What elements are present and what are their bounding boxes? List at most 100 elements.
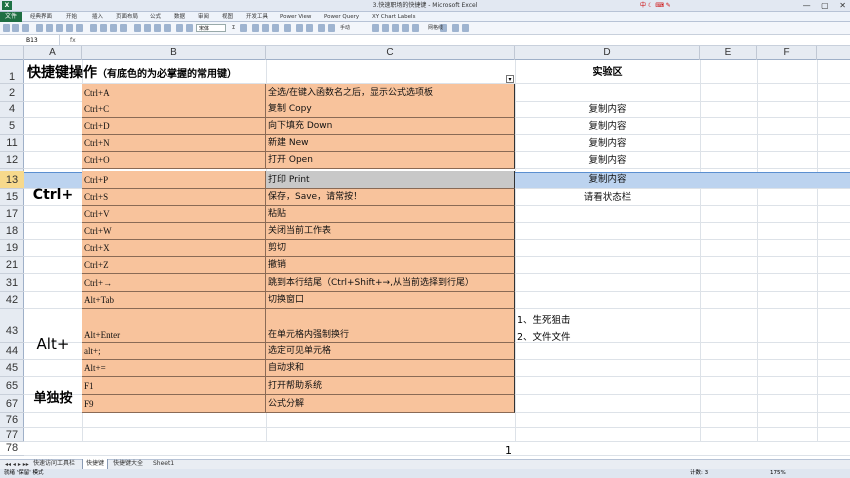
column-header-c[interactable]: C xyxy=(266,46,515,60)
shortcut-key-cell[interactable]: alt+; xyxy=(82,343,266,360)
row-header-31[interactable]: 31 xyxy=(0,274,24,292)
row-header-1[interactable]: 1 xyxy=(0,60,24,84)
shortcut-description-cell[interactable]: 选定可见单元格 xyxy=(266,343,515,360)
shortcut-key-cell[interactable]: Alt+Enter xyxy=(82,309,266,343)
toolbar-icon-10[interactable] xyxy=(110,24,117,32)
ribbon-tab-1[interactable]: 开始 xyxy=(66,12,77,22)
select-all-corner[interactable] xyxy=(0,46,24,60)
lab-cell[interactable]: 复制内容 xyxy=(515,171,700,189)
column-header-a[interactable]: A xyxy=(24,46,82,60)
shortcut-key-cell[interactable]: Ctrl+V xyxy=(82,206,266,223)
formula-bar[interactable] xyxy=(0,35,850,46)
lab-cell[interactable]: 复制内容 xyxy=(515,118,700,135)
shortcut-key-cell[interactable]: Ctrl+P xyxy=(82,171,266,189)
shortcut-key-cell[interactable]: Ctrl+S xyxy=(82,189,266,206)
autosum-button[interactable]: Σ xyxy=(232,22,235,35)
shortcut-key-cell[interactable]: Ctrl+W xyxy=(82,223,266,240)
sheet-tab-0[interactable]: 快速访问工具栏 xyxy=(30,459,78,469)
shortcut-description-cell[interactable]: 关闭当前工作表 xyxy=(266,223,515,240)
toolbar-icon-8[interactable] xyxy=(90,24,97,32)
column-header-d[interactable]: D xyxy=(515,46,700,60)
toolbar-icon-9[interactable] xyxy=(100,24,107,32)
toolbar-icon-31[interactable] xyxy=(412,24,419,32)
shortcut-key-cell[interactable]: Ctrl+X xyxy=(82,240,266,257)
row-header-65[interactable]: 65 xyxy=(0,377,24,395)
name-box[interactable]: B13 xyxy=(0,35,60,46)
shortcut-key-cell[interactable]: F9 xyxy=(82,395,266,413)
ribbon-tab-11[interactable]: XY Chart Labels xyxy=(372,12,415,22)
toolbar-icon-15[interactable] xyxy=(164,24,171,32)
shortcut-description-cell[interactable]: 保存，Save，请常按！ xyxy=(266,189,515,206)
toolbar-icon-16[interactable] xyxy=(176,24,183,32)
lab-cell[interactable]: 复制内容 xyxy=(515,152,700,169)
toolbar-icon-28[interactable] xyxy=(382,24,389,32)
ribbon-tab-5[interactable]: 数据 xyxy=(174,12,185,22)
toolbar-icon-27[interactable] xyxy=(372,24,379,32)
toolbar-icon-5[interactable] xyxy=(56,24,63,32)
row-header-12[interactable]: 12 xyxy=(0,152,24,169)
shortcut-description-cell[interactable]: 撤销 xyxy=(266,257,515,274)
shortcut-description-cell[interactable]: 打开 Open xyxy=(266,152,515,169)
ribbon-tab-9[interactable]: Power View xyxy=(280,12,311,22)
shortcut-description-cell[interactable]: 公式分解 xyxy=(266,395,515,413)
toolbar-icon-12[interactable] xyxy=(134,24,141,32)
lab-list-item-2[interactable]: 2、文件文件 xyxy=(517,329,571,343)
shortcut-description-cell[interactable]: 剪切 xyxy=(266,240,515,257)
row-header-21[interactable]: 21 xyxy=(0,257,24,274)
shortcut-description-cell[interactable]: 向下填充 Down xyxy=(266,118,515,135)
row-header-17[interactable]: 17 xyxy=(0,206,24,223)
row-header-18[interactable]: 18 xyxy=(0,223,24,240)
shortcut-description-cell[interactable]: 在单元格内强制换行 xyxy=(266,309,515,343)
toolbar-icon-24[interactable] xyxy=(306,24,313,32)
shortcut-key-cell[interactable]: Ctrl+Z xyxy=(82,257,266,274)
toolbar-icon-19[interactable] xyxy=(252,24,259,32)
toolbar-icon-4[interactable] xyxy=(46,24,53,32)
shortcut-description-cell[interactable]: 打开帮助系统 xyxy=(266,377,515,395)
toolbar-icon-26[interactable] xyxy=(328,24,335,32)
shortcut-description-cell[interactable]: 打印 Print xyxy=(266,171,515,189)
ribbon-tab-3[interactable]: 页面布局 xyxy=(116,12,138,22)
column-header-b[interactable]: B xyxy=(82,46,266,60)
lab-cell[interactable]: 请看状态栏 xyxy=(515,189,700,206)
row-header-15[interactable]: 15 xyxy=(0,189,24,206)
toolbar-icon-13[interactable] xyxy=(144,24,151,32)
toolbar-icon-33[interactable] xyxy=(452,24,459,32)
shortcut-key-cell[interactable]: Ctrl+C xyxy=(82,101,266,118)
toolbar-icon-22[interactable] xyxy=(284,24,291,32)
row-header-2[interactable]: 2 xyxy=(0,84,24,102)
shortcut-key-cell[interactable]: Ctrl+A xyxy=(82,84,266,102)
shortcut-description-cell[interactable]: 粘贴 xyxy=(266,206,515,223)
row-header-4[interactable]: 4 xyxy=(0,101,24,118)
shortcut-key-cell[interactable]: Ctrl+→ xyxy=(82,274,266,292)
shortcut-description-cell[interactable]: 切换窗口 xyxy=(266,292,515,309)
shortcut-description-cell[interactable]: 全选/在键入函数名之后，显示公式选项板 xyxy=(266,84,515,102)
ribbon-tab-8[interactable]: 开发工具 xyxy=(246,12,268,22)
row-header-76[interactable]: 76 xyxy=(0,413,24,428)
toolbar-icon-0[interactable] xyxy=(3,24,10,32)
shortcut-key-cell[interactable]: Alt+Tab xyxy=(82,292,266,309)
ribbon-tab-6[interactable]: 审阅 xyxy=(198,12,209,22)
toolbar-icon-7[interactable] xyxy=(76,24,83,32)
sheet-tab-2[interactable]: 快捷键大全 xyxy=(110,459,146,469)
filter-dropdown-icon[interactable]: ▾ xyxy=(506,75,514,83)
lab-cell[interactable]: 复制内容 xyxy=(515,101,700,118)
ribbon-tab-0[interactable]: 经典界面 xyxy=(30,12,52,22)
toolbar-icon-18[interactable] xyxy=(240,24,247,32)
manual-calc-button[interactable]: 手动 xyxy=(340,22,350,35)
ime-toolbar[interactable]: 中 ☾ ⌨ ✎ xyxy=(640,1,730,11)
shortcut-key-cell[interactable]: Ctrl+N xyxy=(82,135,266,152)
column-header-e[interactable]: E xyxy=(700,46,757,60)
toolbar-icon-6[interactable] xyxy=(66,24,73,32)
shortcut-description-cell[interactable]: 复制 Copy xyxy=(266,101,515,118)
shortcut-key-cell[interactable]: Alt+= xyxy=(82,360,266,377)
shortcut-description-cell[interactable]: 新建 New xyxy=(266,135,515,152)
file-tab[interactable]: 文件 xyxy=(0,12,22,22)
shortcut-description-cell[interactable]: 自动求和 xyxy=(266,360,515,377)
zoom-level[interactable]: 175% xyxy=(770,469,786,478)
toolbar-icon-17[interactable] xyxy=(186,24,193,32)
row-header-44[interactable]: 44 xyxy=(0,343,24,360)
gridlines-checkbox[interactable]: 网格线 xyxy=(428,22,443,35)
row-header-11[interactable]: 11 xyxy=(0,135,24,152)
column-header-f[interactable]: F xyxy=(757,46,817,60)
font-name-box[interactable]: 宋体 xyxy=(196,24,226,32)
